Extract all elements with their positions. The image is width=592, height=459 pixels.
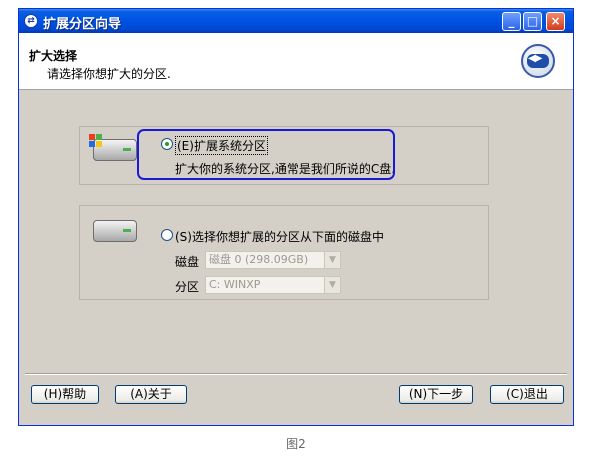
chevron-down-icon[interactable]: ▼ <box>324 252 340 268</box>
wizard-icon: ⇄ <box>24 14 38 28</box>
partition-label: 分区 <box>175 280 200 294</box>
maximize-button[interactable]: □ <box>523 12 542 31</box>
figure-caption: 图2 <box>286 437 306 451</box>
title-bar[interactable]: ⇄ 扩展分区向导 _ □ × <box>19 9 573 33</box>
select-partition-label[interactable]: (S)选择你想扩展的分区从下面的磁盘中 <box>175 228 384 245</box>
disk-select-value: 磁盘 0 (298.09GB) <box>209 253 309 266</box>
footer-divider <box>25 373 567 375</box>
select-partition-radio[interactable] <box>161 229 173 241</box>
disk-select[interactable]: 磁盘 0 (298.09GB) ▼ <box>205 251 341 269</box>
disk-label: 磁盘 <box>175 255 200 269</box>
extend-arrows-icon <box>521 44 555 78</box>
annotation-highlight <box>137 129 395 180</box>
window-title: 扩展分区向导 <box>43 17 122 32</box>
select-partition-group: (S)选择你想扩展的分区从下面的磁盘中 磁盘 磁盘 0 (298.09GB) ▼… <box>79 205 489 300</box>
partition-select[interactable]: C: WINXP ▼ <box>205 276 341 294</box>
wizard-window: ⇄ 扩展分区向导 _ □ × 扩大选择 请选择你想扩大的分区. (E)扩展系统分… <box>18 8 574 426</box>
windows-logo-icon <box>89 134 103 148</box>
minimize-button[interactable]: _ <box>502 12 521 31</box>
about-button[interactable]: (A)关于 <box>115 385 187 404</box>
exit-button[interactable]: (C)退出 <box>490 385 564 404</box>
help-button[interactable]: (H)帮助 <box>31 385 99 404</box>
chevron-down-icon[interactable]: ▼ <box>324 277 340 293</box>
header-title: 扩大选择 <box>29 49 78 63</box>
header-subtitle: 请选择你想扩大的分区. <box>47 67 171 81</box>
partition-select-value: C: WINXP <box>209 278 261 291</box>
wizard-header: 扩大选择 请选择你想扩大的分区. <box>19 33 573 90</box>
next-button[interactable]: (N)下一步 <box>399 385 473 404</box>
hard-drive-icon <box>93 220 137 242</box>
close-button[interactable]: × <box>546 12 565 31</box>
